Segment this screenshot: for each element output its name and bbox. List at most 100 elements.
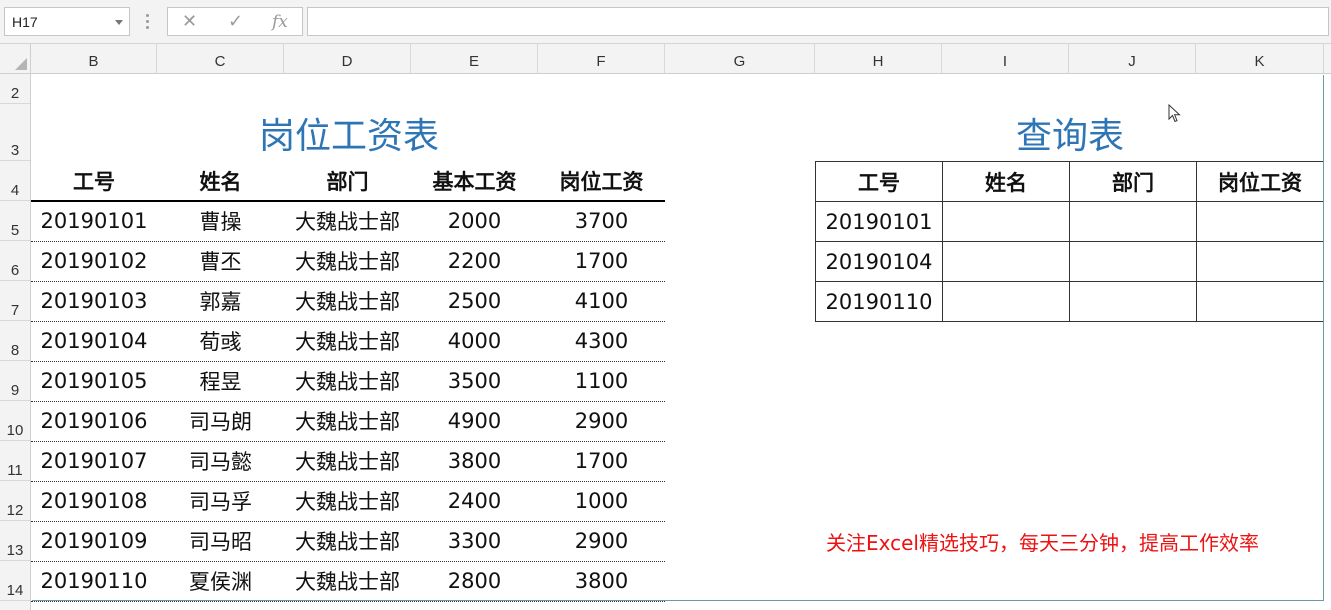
salary-cell[interactable]: 大魏战士部 xyxy=(284,441,411,481)
salary-cell[interactable]: 司马孚 xyxy=(157,481,284,521)
column-header-b[interactable]: B xyxy=(31,44,157,73)
salary-cell[interactable]: 2000 xyxy=(411,201,538,241)
lookup-cell[interactable] xyxy=(943,242,1069,281)
salary-cell[interactable]: 20190105 xyxy=(31,361,157,401)
salary-cell[interactable]: 20190110 xyxy=(31,561,157,601)
lookup-header-cell[interactable]: 姓名 xyxy=(943,162,1069,201)
salary-cell[interactable]: 1100 xyxy=(538,361,665,401)
salary-cell[interactable]: 3800 xyxy=(538,561,665,601)
lookup-cell[interactable] xyxy=(1070,242,1196,281)
salary-cell[interactable]: 20190101 xyxy=(31,201,157,241)
salary-cell[interactable]: 3800 xyxy=(411,441,538,481)
salary-cell[interactable]: 20190106 xyxy=(31,401,157,441)
column-header-k[interactable]: K xyxy=(1196,44,1324,73)
salary-cell[interactable]: 大魏战士部 xyxy=(284,521,411,561)
salary-cell[interactable]: 2400 xyxy=(411,481,538,521)
column-header-j[interactable]: J xyxy=(1069,44,1196,73)
salary-header-cell[interactable]: 工号 xyxy=(31,161,157,201)
salary-cell[interactable]: 20190103 xyxy=(31,281,157,321)
salary-cell[interactable]: 1000 xyxy=(538,481,665,521)
fx-icon[interactable]: fx xyxy=(272,12,288,32)
salary-cell[interactable]: 1700 xyxy=(538,441,665,481)
salary-cell[interactable]: 4900 xyxy=(411,401,538,441)
check-icon[interactable]: ✓ xyxy=(228,11,243,32)
salary-cell[interactable]: 郭嘉 xyxy=(157,281,284,321)
column-header-h[interactable]: H xyxy=(815,44,942,73)
formula-input[interactable] xyxy=(307,7,1329,36)
lookup-cell[interactable] xyxy=(1070,282,1196,321)
salary-cell[interactable]: 20190104 xyxy=(31,321,157,361)
lookup-cell[interactable]: 20190104 xyxy=(816,242,942,281)
salary-cell[interactable]: 大魏战士部 xyxy=(284,321,411,361)
salary-cell[interactable]: 2900 xyxy=(538,401,665,441)
lookup-cell[interactable] xyxy=(1197,242,1323,281)
salary-cell[interactable]: 4100 xyxy=(538,281,665,321)
salary-cell[interactable]: 4000 xyxy=(411,321,538,361)
lookup-header-cell[interactable]: 工号 xyxy=(816,162,942,201)
row-header-3[interactable]: 3 xyxy=(0,104,30,161)
lookup-cell[interactable] xyxy=(943,282,1069,321)
salary-cell[interactable]: 大魏战士部 xyxy=(284,281,411,321)
chevron-down-icon[interactable] xyxy=(115,20,123,25)
salary-header-cell[interactable]: 基本工资 xyxy=(411,161,538,201)
lookup-header-cell[interactable]: 部门 xyxy=(1070,162,1196,201)
lookup-cell[interactable] xyxy=(1197,282,1323,321)
salary-cell[interactable]: 曹操 xyxy=(157,201,284,241)
salary-header-cell[interactable]: 部门 xyxy=(284,161,411,201)
lookup-cell[interactable] xyxy=(1197,202,1323,241)
salary-cell[interactable]: 司马朗 xyxy=(157,401,284,441)
salary-cell[interactable]: 荀彧 xyxy=(157,321,284,361)
lookup-cell[interactable]: 20190101 xyxy=(816,202,942,241)
row-header-10[interactable]: 10 xyxy=(0,401,30,441)
row-header-13[interactable]: 13 xyxy=(0,521,30,561)
salary-cell[interactable]: 3500 xyxy=(411,361,538,401)
lookup-cell[interactable] xyxy=(943,202,1069,241)
row-header-14[interactable]: 14 xyxy=(0,561,30,601)
column-header-d[interactable]: D xyxy=(284,44,411,73)
lookup-header-cell[interactable]: 岗位工资 xyxy=(1197,162,1323,201)
row-header-2[interactable]: 2 xyxy=(0,74,30,104)
row-header-9[interactable]: 9 xyxy=(0,361,30,401)
salary-cell[interactable]: 司马懿 xyxy=(157,441,284,481)
name-box[interactable]: H17 xyxy=(4,7,130,36)
salary-cell[interactable]: 司马昭 xyxy=(157,521,284,561)
column-header-c[interactable]: C xyxy=(157,44,284,73)
salary-header-cell[interactable]: 岗位工资 xyxy=(538,161,665,201)
column-header-g[interactable]: G xyxy=(665,44,815,73)
salary-cell[interactable]: 2900 xyxy=(538,521,665,561)
close-icon[interactable]: ✕ xyxy=(182,11,197,32)
column-header-i[interactable]: I xyxy=(942,44,1069,73)
salary-cell[interactable]: 大魏战士部 xyxy=(284,201,411,241)
salary-cell[interactable]: 大魏战士部 xyxy=(284,561,411,601)
salary-cell[interactable]: 20190107 xyxy=(31,441,157,481)
salary-cell[interactable]: 2200 xyxy=(411,241,538,281)
salary-cell[interactable]: 20190108 xyxy=(31,481,157,521)
salary-cell[interactable]: 2800 xyxy=(411,561,538,601)
row-header-12[interactable]: 12 xyxy=(0,481,30,521)
salary-cell[interactable]: 大魏战士部 xyxy=(284,361,411,401)
salary-header-cell[interactable]: 姓名 xyxy=(157,161,284,201)
salary-cell[interactable]: 曹丕 xyxy=(157,241,284,281)
salary-cell[interactable]: 3300 xyxy=(411,521,538,561)
row-header-4[interactable]: 4 xyxy=(0,161,30,201)
salary-cell[interactable]: 夏侯渊 xyxy=(157,561,284,601)
salary-cell[interactable]: 大魏战士部 xyxy=(284,241,411,281)
row-header-6[interactable]: 6 xyxy=(0,241,30,281)
select-all-corner[interactable] xyxy=(0,44,31,73)
row-header-8[interactable]: 8 xyxy=(0,321,30,361)
salary-cell[interactable]: 程昱 xyxy=(157,361,284,401)
salary-cell[interactable]: 大魏战士部 xyxy=(284,481,411,521)
lookup-cell[interactable] xyxy=(1070,202,1196,241)
salary-cell[interactable]: 20190109 xyxy=(31,521,157,561)
row-header-7[interactable]: 7 xyxy=(0,281,30,321)
salary-cell[interactable]: 4300 xyxy=(538,321,665,361)
salary-cell[interactable]: 3700 xyxy=(538,201,665,241)
salary-cell[interactable]: 大魏战士部 xyxy=(284,401,411,441)
column-header-f[interactable]: F xyxy=(538,44,665,73)
column-header-e[interactable]: E xyxy=(411,44,538,73)
salary-cell[interactable]: 20190102 xyxy=(31,241,157,281)
row-header-11[interactable]: 11 xyxy=(0,441,30,481)
lookup-cell[interactable]: 20190110 xyxy=(816,282,942,321)
row-header-5[interactable]: 5 xyxy=(0,201,30,241)
salary-cell[interactable]: 2500 xyxy=(411,281,538,321)
